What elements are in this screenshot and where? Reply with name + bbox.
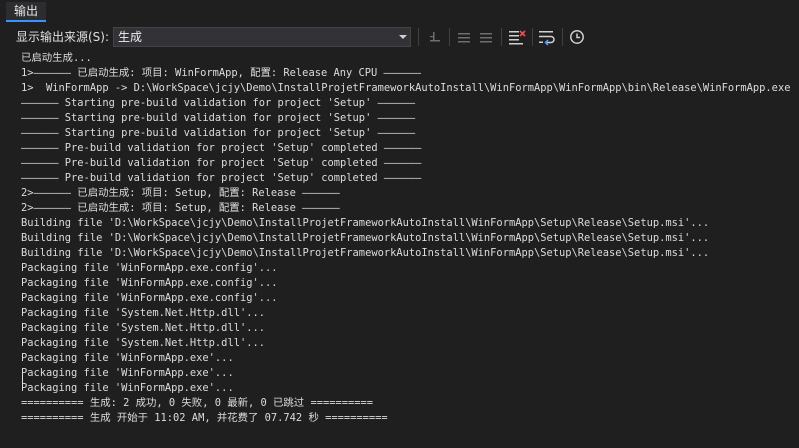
output-line: ========== 生成: 2 成功, 0 失败, 0 最新, 0 已跳过 =… — [21, 397, 374, 409]
output-line: Building file 'D:\WorkSpace\jcjy\Demo\In… — [21, 232, 710, 244]
output-line: Packaging file 'WinFormApp.exe'... — [21, 352, 234, 364]
toolbar-separator — [562, 28, 563, 46]
clear-all-button[interactable] — [506, 27, 528, 47]
toolbar-separator — [501, 28, 502, 46]
word-wrap-icon — [539, 31, 555, 46]
output-line: Packaging file 'System.Net.Http.dll'... — [21, 322, 265, 334]
toolbar-separator — [532, 28, 533, 46]
output-source-label: 显示输出来源(S): — [16, 30, 110, 44]
output-line: 1>—————— 已启动生成: 项目: WinFormApp, 配置: Rele… — [21, 67, 422, 79]
output-line: 2>—————— 已启动生成: 项目: Setup, 配置: Release —… — [21, 202, 340, 214]
chevron-down-icon — [399, 35, 407, 39]
output-line: —————— Starting pre-build validation for… — [21, 112, 416, 124]
output-panel-titlebar: 输出 — [0, 0, 799, 24]
output-source-value: 生成 — [118, 30, 143, 44]
output-line: Building file 'D:\WorkSpace\jcjy\Demo\In… — [21, 247, 710, 259]
toolbar-separator — [449, 28, 450, 46]
find-prev-icon — [430, 32, 440, 42]
output-line: Packaging file 'System.Net.Http.dll'... — [21, 307, 265, 319]
output-line: Packaging file 'WinFormApp.exe'... — [21, 382, 234, 394]
output-lines: 已启动生成... 1>—————— 已启动生成: 项目: WinFormApp, … — [21, 51, 799, 426]
output-line: Packaging file 'System.Net.Http.dll'... — [21, 337, 265, 349]
toolbar-separator — [418, 28, 419, 46]
output-line: Packaging file 'WinFormApp.exe.config'..… — [21, 262, 278, 274]
go-prev-icon — [458, 33, 470, 43]
output-toolbar: 显示输出来源(S): 生成 — [0, 24, 799, 50]
output-text-area[interactable]: 已启动生成... 1>—————— 已启动生成: 项目: WinFormApp, … — [0, 50, 799, 448]
output-line: —————— Pre-build validation for project … — [21, 157, 422, 169]
output-line: Packaging file 'WinFormApp.exe.config'..… — [21, 277, 278, 289]
output-line: —————— Pre-build validation for project … — [21, 172, 422, 184]
output-line: —————— Starting pre-build validation for… — [21, 127, 416, 139]
panel-title[interactable]: 输出 — [6, 2, 47, 22]
output-line: Packaging file 'WinFormApp.exe'... — [21, 367, 234, 379]
go-next-icon — [480, 33, 492, 43]
go-next-message-button[interactable] — [475, 27, 497, 47]
clock-icon — [570, 30, 584, 44]
output-source-dropdown[interactable]: 生成 — [113, 27, 411, 47]
output-line: 已启动生成... — [21, 52, 92, 64]
output-line: 1> WinFormApp -> D:\WorkSpace\jcjy\Demo\… — [21, 82, 791, 94]
find-prev-button[interactable] — [424, 27, 446, 47]
output-line: 2>—————— 已启动生成: 项目: Setup, 配置: Release —… — [21, 187, 340, 199]
output-line: —————— Starting pre-build validation for… — [21, 97, 416, 109]
output-line: ========== 生成 开始于 11:02 AM, 并花费了 07.742 … — [21, 412, 388, 424]
output-line: Packaging file 'WinFormApp.exe.config'..… — [21, 292, 278, 304]
go-prev-message-button[interactable] — [453, 27, 475, 47]
clear-all-icon — [509, 30, 526, 45]
output-line: Building file 'D:\WorkSpace\jcjy\Demo\In… — [21, 217, 710, 229]
output-line: —————— Pre-build validation for project … — [21, 142, 422, 154]
text-caret — [22, 375, 23, 389]
word-wrap-toggle[interactable] — [536, 27, 558, 47]
show-timestamps-button[interactable] — [566, 27, 588, 47]
